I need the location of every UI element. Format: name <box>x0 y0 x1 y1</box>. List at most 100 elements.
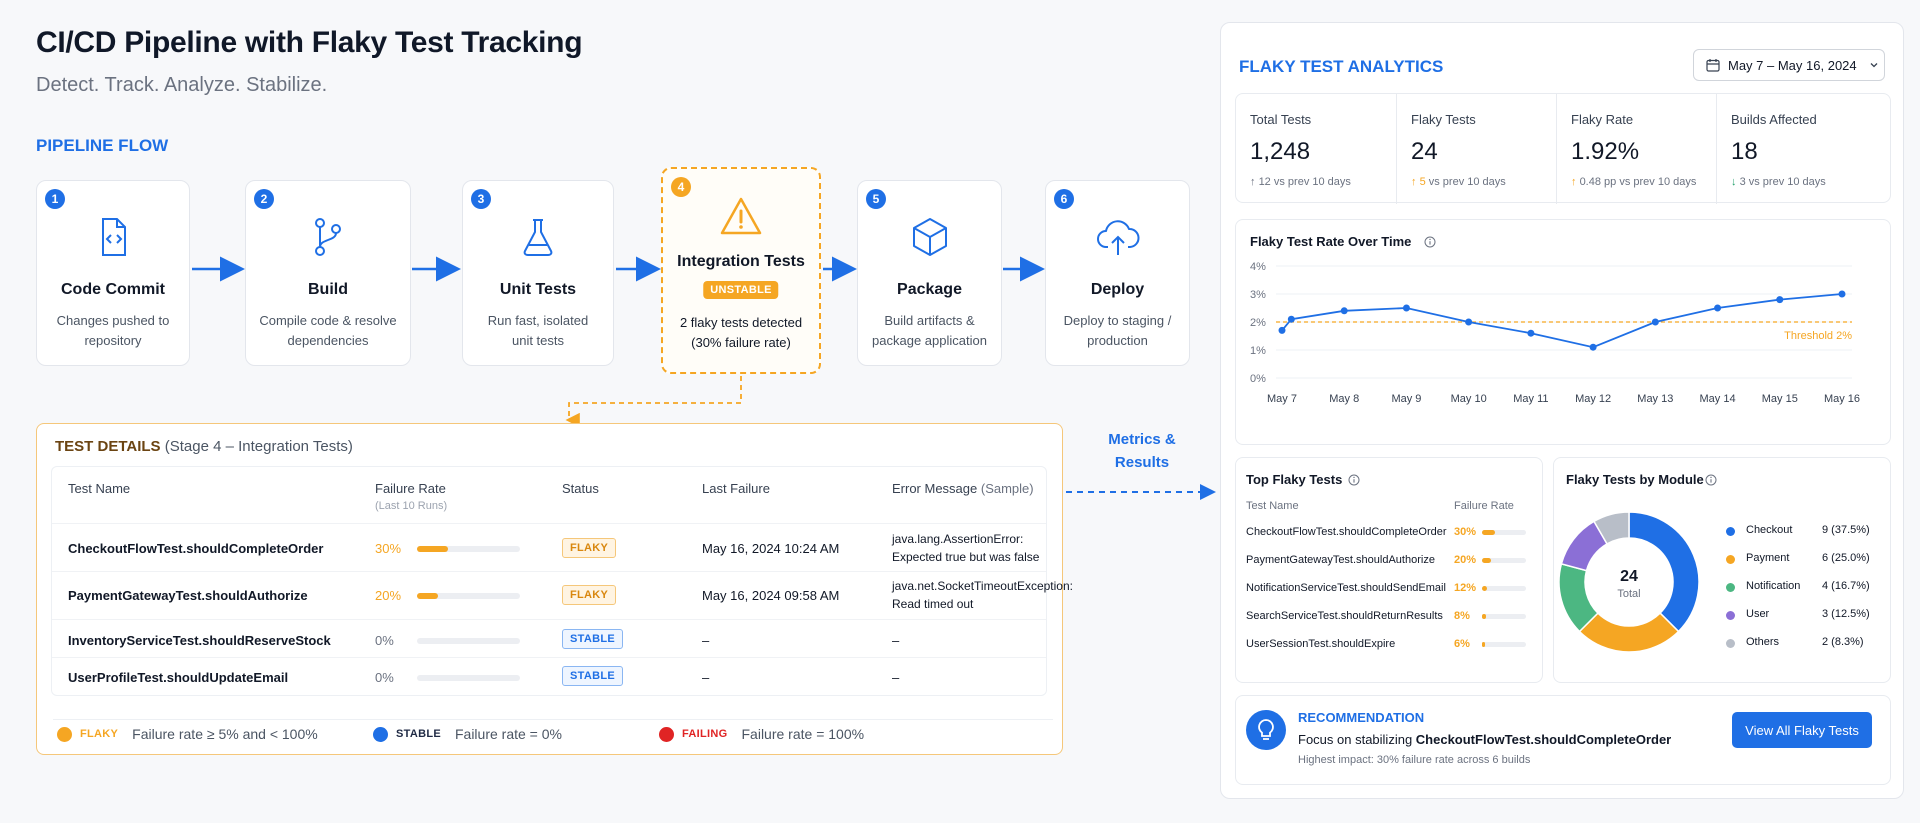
failure-rate-fill <box>417 593 438 599</box>
test-name: CheckoutFlowTest.shouldCompleteOrder <box>68 541 324 556</box>
col-header-failure-rate: Failure Rate (Last 10 Runs) <box>375 481 447 512</box>
x-tick-label: May 7 <box>1267 393 1297 405</box>
failure-rate-bar <box>417 546 520 552</box>
date-range-value: May 7 – May 16, 2024 <box>1728 57 1857 73</box>
top-flaky-rate: 30% <box>1454 526 1477 538</box>
data-point <box>1287 315 1295 323</box>
recommendation-title: RECOMMENDATION <box>1298 710 1425 725</box>
top-flaky-bar <box>1482 642 1526 647</box>
status-legend: FLAKY Failure rate ≥ 5% and < 100% STABL… <box>53 719 1053 743</box>
kpi-value: 24 <box>1411 138 1438 165</box>
top-flaky-name: PaymentGatewayTest.shouldAuthorize <box>1246 554 1435 566</box>
legend-dot <box>1726 555 1735 564</box>
error-message: java.net.SocketTimeoutException: Read tim… <box>892 577 1073 613</box>
error-message: – <box>892 670 900 685</box>
date-range-picker[interactable]: May 7 – May 16, 2024 <box>1693 49 1885 81</box>
y-tick-label: 1% <box>1250 345 1266 357</box>
arrow-up-icon: ↑ <box>1250 176 1256 188</box>
recommendation-prefix: Focus on stabilizing <box>1298 732 1416 747</box>
analytics-title: FLAKY TEST ANALYTICS <box>1239 57 1444 76</box>
x-tick-label: May 16 <box>1824 393 1860 405</box>
legend-tag: FAILING <box>682 728 728 740</box>
kpi-flaky-tests: Flaky Tests 24 ↑ 5 vs prev 10 days <box>1396 94 1556 204</box>
kpi-value: 18 <box>1731 138 1758 165</box>
top-flaky-row[interactable]: PaymentGatewayTest.shouldAuthorize 20% <box>1246 554 1536 578</box>
data-point <box>1714 304 1722 312</box>
legend-dot-failing <box>659 726 674 742</box>
col-header-error-label: Error Message <box>892 481 978 496</box>
top-flaky-row[interactable]: UserSessionTest.shouldExpire 6% <box>1246 638 1536 662</box>
data-point <box>1278 326 1286 334</box>
failure-rate: 30% <box>375 541 402 556</box>
top-flaky-rate: 20% <box>1454 554 1477 566</box>
x-tick-label: May 13 <box>1637 393 1673 405</box>
module-legend-item: User 3 (12.5%) <box>1726 608 1882 628</box>
top-flaky-bar <box>1482 586 1526 591</box>
error-line-1: java.net.SocketTimeoutException: <box>892 579 1073 593</box>
data-point <box>1527 329 1535 337</box>
chevron-down-icon <box>1870 63 1878 68</box>
test-details-title-sub: (Stage 4 – Integration Tests) <box>164 438 353 455</box>
table-row[interactable]: CheckoutFlowTest.shouldCompleteOrder 30%… <box>52 523 1046 571</box>
top-flaky-bar-fill <box>1482 614 1486 619</box>
kpi-delta-text: vs prev 10 days <box>1619 176 1697 188</box>
module-legend-item: Checkout 9 (37.5%) <box>1726 524 1882 544</box>
table-row[interactable]: InventoryServiceTest.shouldReserveStock … <box>52 619 1046 657</box>
legend-text: Failure rate ≥ 5% and < 100% <box>132 726 318 742</box>
failure-rate-bar <box>417 638 520 644</box>
kpi-builds-affected: Builds Affected 18 ↓ 3 vs prev 10 days <box>1716 94 1892 204</box>
last-failure: – <box>702 670 710 685</box>
view-all-flaky-tests-button[interactable]: View All Flaky Tests <box>1732 712 1872 748</box>
legend-dot-flaky <box>57 726 72 742</box>
error-message: java.lang.AssertionError: Expected true b… <box>892 530 1039 566</box>
donut-slice-payment <box>1578 612 1680 653</box>
y-tick-label: 3% <box>1250 289 1266 301</box>
module-count: 4 (16.7%) <box>1822 580 1870 592</box>
top-flaky-bar-fill <box>1482 586 1488 591</box>
top-flaky-bar <box>1482 530 1526 535</box>
kpi-label: Builds Affected <box>1731 112 1817 127</box>
test-name: UserProfileTest.shouldUpdateEmail <box>68 670 289 685</box>
top-flaky-row[interactable]: CheckoutFlowTest.shouldCompleteOrder 30% <box>1246 526 1536 550</box>
status-badge: FLAKY <box>562 585 617 605</box>
x-tick-label: May 12 <box>1575 393 1611 405</box>
lightbulb-icon <box>1246 710 1286 750</box>
recommendation-subtext: Highest impact: 30% failure rate across … <box>1298 754 1531 766</box>
table-row[interactable]: PaymentGatewayTest.shouldAuthorize 20% F… <box>52 571 1073 619</box>
top-flaky-rate: 6% <box>1454 638 1470 650</box>
kpi-delta: ↓ 3 vs prev 10 days <box>1731 176 1826 188</box>
metrics-results-label: Metrics & Results <box>1096 428 1188 474</box>
trend-chart-panel: Flaky Test Rate Over Time 0% 1% 2% 3% 4% May … <box>1235 219 1891 445</box>
top-flaky-row[interactable]: SearchServiceTest.shouldReturnResults 8% <box>1246 610 1536 634</box>
recommendation-test-name: CheckoutFlowTest.shouldCompleteOrder <box>1415 732 1672 747</box>
y-tick-label: 0% <box>1250 373 1266 385</box>
legend-tag: STABLE <box>396 728 441 740</box>
module-name: Others <box>1746 636 1780 648</box>
test-name: PaymentGatewayTest.shouldAuthorize <box>68 588 308 603</box>
top-flaky-header-rate: Failure Rate <box>1454 500 1514 512</box>
info-icon[interactable] <box>1348 474 1360 486</box>
data-point <box>1776 296 1784 304</box>
module-legend-item: Notification 4 (16.7%) <box>1726 580 1882 600</box>
metrics-label-line-2: Results <box>1114 454 1170 471</box>
kpi-row: Total Tests 1,248 ↑ 12 vs prev 10 days F… <box>1235 93 1892 204</box>
last-failure: May 16, 2024 10:24 AM <box>702 541 840 556</box>
data-point <box>1589 343 1597 351</box>
error-line-2: Read timed out <box>892 597 974 611</box>
kpi-label: Total Tests <box>1250 112 1312 127</box>
module-name: User <box>1746 608 1770 620</box>
top-flaky-row[interactable]: NotificationServiceTest.shouldSendEmail … <box>1246 582 1536 606</box>
legend-dot-stable <box>373 726 388 742</box>
kpi-label: Flaky Rate <box>1571 112 1634 127</box>
top-flaky-bar-fill <box>1482 642 1485 647</box>
kpi-delta: ↑ 12 vs prev 10 days <box>1250 176 1351 188</box>
failure-rate-fill <box>417 546 448 552</box>
recommendation-panel: RECOMMENDATION Focus on stabilizing Chec… <box>1235 695 1891 785</box>
module-name: Notification <box>1746 580 1801 592</box>
table-row[interactable]: UserProfileTest.shouldUpdateEmail 0% STA… <box>52 657 1046 695</box>
module-legend-item: Payment 6 (25.0%) <box>1726 552 1882 572</box>
top-flaky-rate: 12% <box>1454 582 1477 594</box>
kpi-delta-text: vs prev 10 days <box>1428 176 1506 188</box>
col-header-error: Error Message (Sample) <box>892 481 1034 496</box>
series-line <box>1281 293 1843 349</box>
